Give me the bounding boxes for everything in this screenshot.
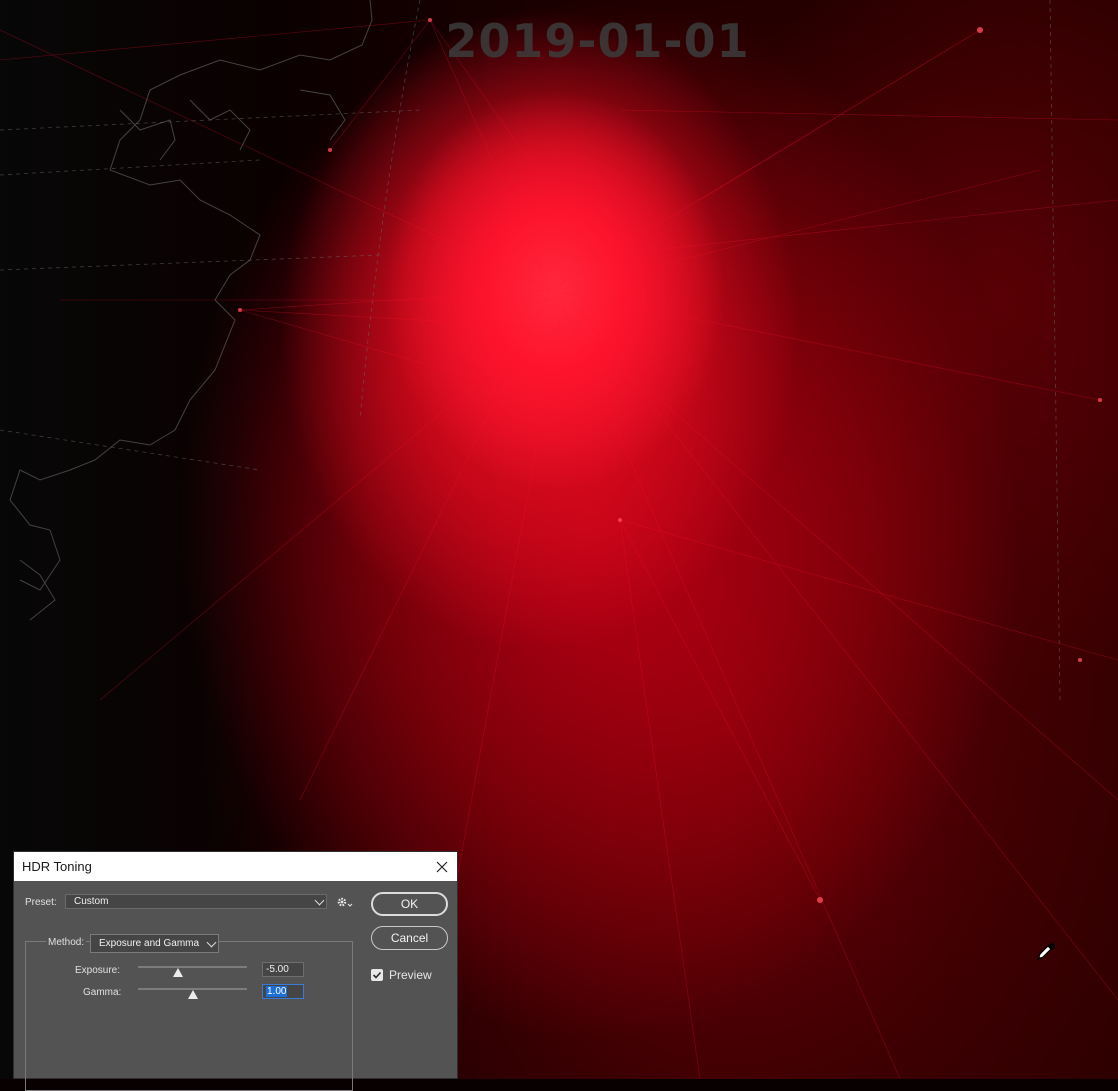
chevron-down-icon	[314, 895, 325, 906]
hdr-toning-dialog: HDR Toning Preset: Custom OK Cancel Prev…	[13, 851, 458, 1091]
gamma-value: 1.00	[266, 986, 288, 997]
preset-value: Custom	[74, 896, 109, 907]
method-value: Exposure and Gamma	[99, 938, 200, 949]
close-icon	[436, 861, 448, 872]
method-label: Method:	[46, 937, 87, 948]
gamma-label: Gamma:	[83, 987, 122, 998]
exposure-slider-track[interactable]	[138, 966, 247, 968]
gear-icon	[337, 897, 353, 907]
exposure-value: -5.00	[266, 964, 289, 975]
preset-options-button[interactable]	[336, 895, 354, 912]
close-button[interactable]	[427, 852, 457, 881]
checkmark-icon	[372, 971, 382, 979]
preview-label: Preview	[389, 968, 432, 982]
exposure-field[interactable]: -5.00	[262, 962, 304, 977]
eyedropper-icon	[1035, 940, 1057, 966]
date-stamp: 2019-01-01	[445, 14, 750, 68]
dialog-title: HDR Toning	[22, 859, 92, 874]
preset-dropdown[interactable]: Custom	[65, 894, 327, 909]
dialog-titlebar[interactable]: HDR Toning	[14, 852, 457, 881]
ok-button[interactable]: OK	[371, 892, 448, 916]
gamma-field[interactable]: 1.00	[262, 984, 304, 999]
preview-checkbox[interactable]	[371, 969, 383, 981]
chevron-down-icon	[206, 937, 217, 948]
preset-label: Preset:	[25, 897, 57, 908]
gamma-slider-thumb[interactable]	[187, 990, 198, 999]
exposure-slider-thumb[interactable]	[173, 968, 184, 977]
hub-points	[238, 18, 1102, 903]
coastline-outline	[9, 0, 373, 621]
method-dropdown[interactable]: Exposure and Gamma	[90, 934, 219, 953]
exposure-label: Exposure:	[75, 965, 121, 976]
cancel-button[interactable]: Cancel	[371, 926, 448, 950]
